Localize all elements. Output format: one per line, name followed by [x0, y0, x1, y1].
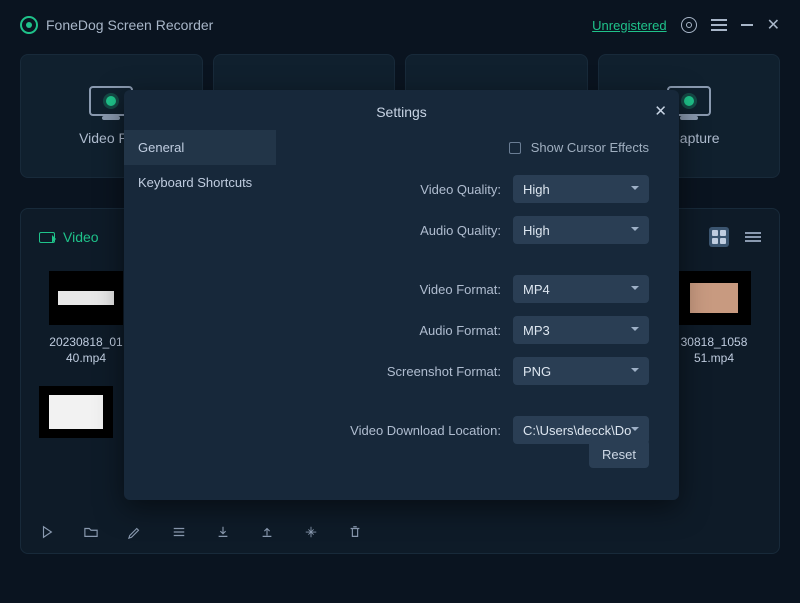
library-item[interactable]: 30818_1058 51.mp4 — [667, 271, 761, 366]
settings-modal: Settings ✕ General Keyboard Shortcuts Sh… — [124, 90, 679, 500]
select-audio-quality[interactable]: High — [513, 216, 649, 244]
select-screenshot-format[interactable]: PNG — [513, 357, 649, 385]
thumbnail[interactable] — [39, 386, 113, 438]
minimize-button[interactable] — [741, 24, 753, 26]
tab-video[interactable]: Video — [39, 229, 99, 245]
folder-icon[interactable] — [83, 525, 99, 539]
trash-icon[interactable] — [347, 525, 363, 539]
close-button[interactable]: ✕ — [767, 15, 780, 35]
cursor-effects-label: Show Cursor Effects — [531, 140, 649, 155]
app-title: FoneDog Screen Recorder — [46, 17, 213, 33]
logo-icon — [20, 16, 38, 34]
file-name: 20230818_01 40.mp4 — [49, 335, 122, 366]
download-icon[interactable] — [215, 525, 231, 539]
view-grid-button[interactable] — [709, 227, 729, 247]
modal-title: Settings — [124, 90, 679, 130]
select-video-format[interactable]: MP4 — [513, 275, 649, 303]
library-item[interactable]: 20230818_01 40.mp4 — [39, 271, 133, 366]
library-toolbar — [39, 525, 363, 539]
app-logo: FoneDog Screen Recorder — [20, 16, 213, 34]
sliders-icon[interactable] — [171, 525, 187, 539]
label-download-location: Video Download Location: — [290, 423, 501, 438]
file-name: 30818_1058 51.mp4 — [681, 335, 748, 366]
edit-icon[interactable] — [127, 525, 143, 539]
close-icon[interactable]: ✕ — [654, 102, 667, 120]
tab-label: Video — [63, 229, 99, 245]
select-video-quality[interactable]: High — [513, 175, 649, 203]
convert-icon[interactable] — [303, 525, 319, 539]
unregistered-link[interactable]: Unregistered — [592, 18, 666, 33]
label-screenshot-format: Screenshot Format: — [290, 364, 501, 379]
share-icon[interactable] — [259, 525, 275, 539]
view-list-button[interactable] — [745, 232, 761, 242]
nav-general[interactable]: General — [124, 130, 276, 165]
select-audio-format[interactable]: MP3 — [513, 316, 649, 344]
reset-button[interactable]: Reset — [589, 440, 649, 468]
title-bar: FoneDog Screen Recorder Unregistered ✕ — [0, 0, 800, 50]
nav-keyboard-shortcuts[interactable]: Keyboard Shortcuts — [124, 165, 276, 200]
thumbnail — [677, 271, 751, 325]
thumbnail — [49, 271, 123, 325]
settings-nav: General Keyboard Shortcuts — [124, 130, 276, 470]
label-video-format: Video Format: — [290, 282, 501, 297]
settings-icon[interactable] — [681, 17, 697, 33]
label-audio-format: Audio Format: — [290, 323, 501, 338]
cursor-effects-checkbox[interactable] — [509, 142, 521, 154]
label-audio-quality: Audio Quality: — [290, 223, 501, 238]
menu-icon[interactable] — [711, 19, 727, 31]
play-icon[interactable] — [39, 525, 55, 539]
label-video-quality: Video Quality: — [290, 182, 501, 197]
video-icon — [39, 232, 55, 243]
